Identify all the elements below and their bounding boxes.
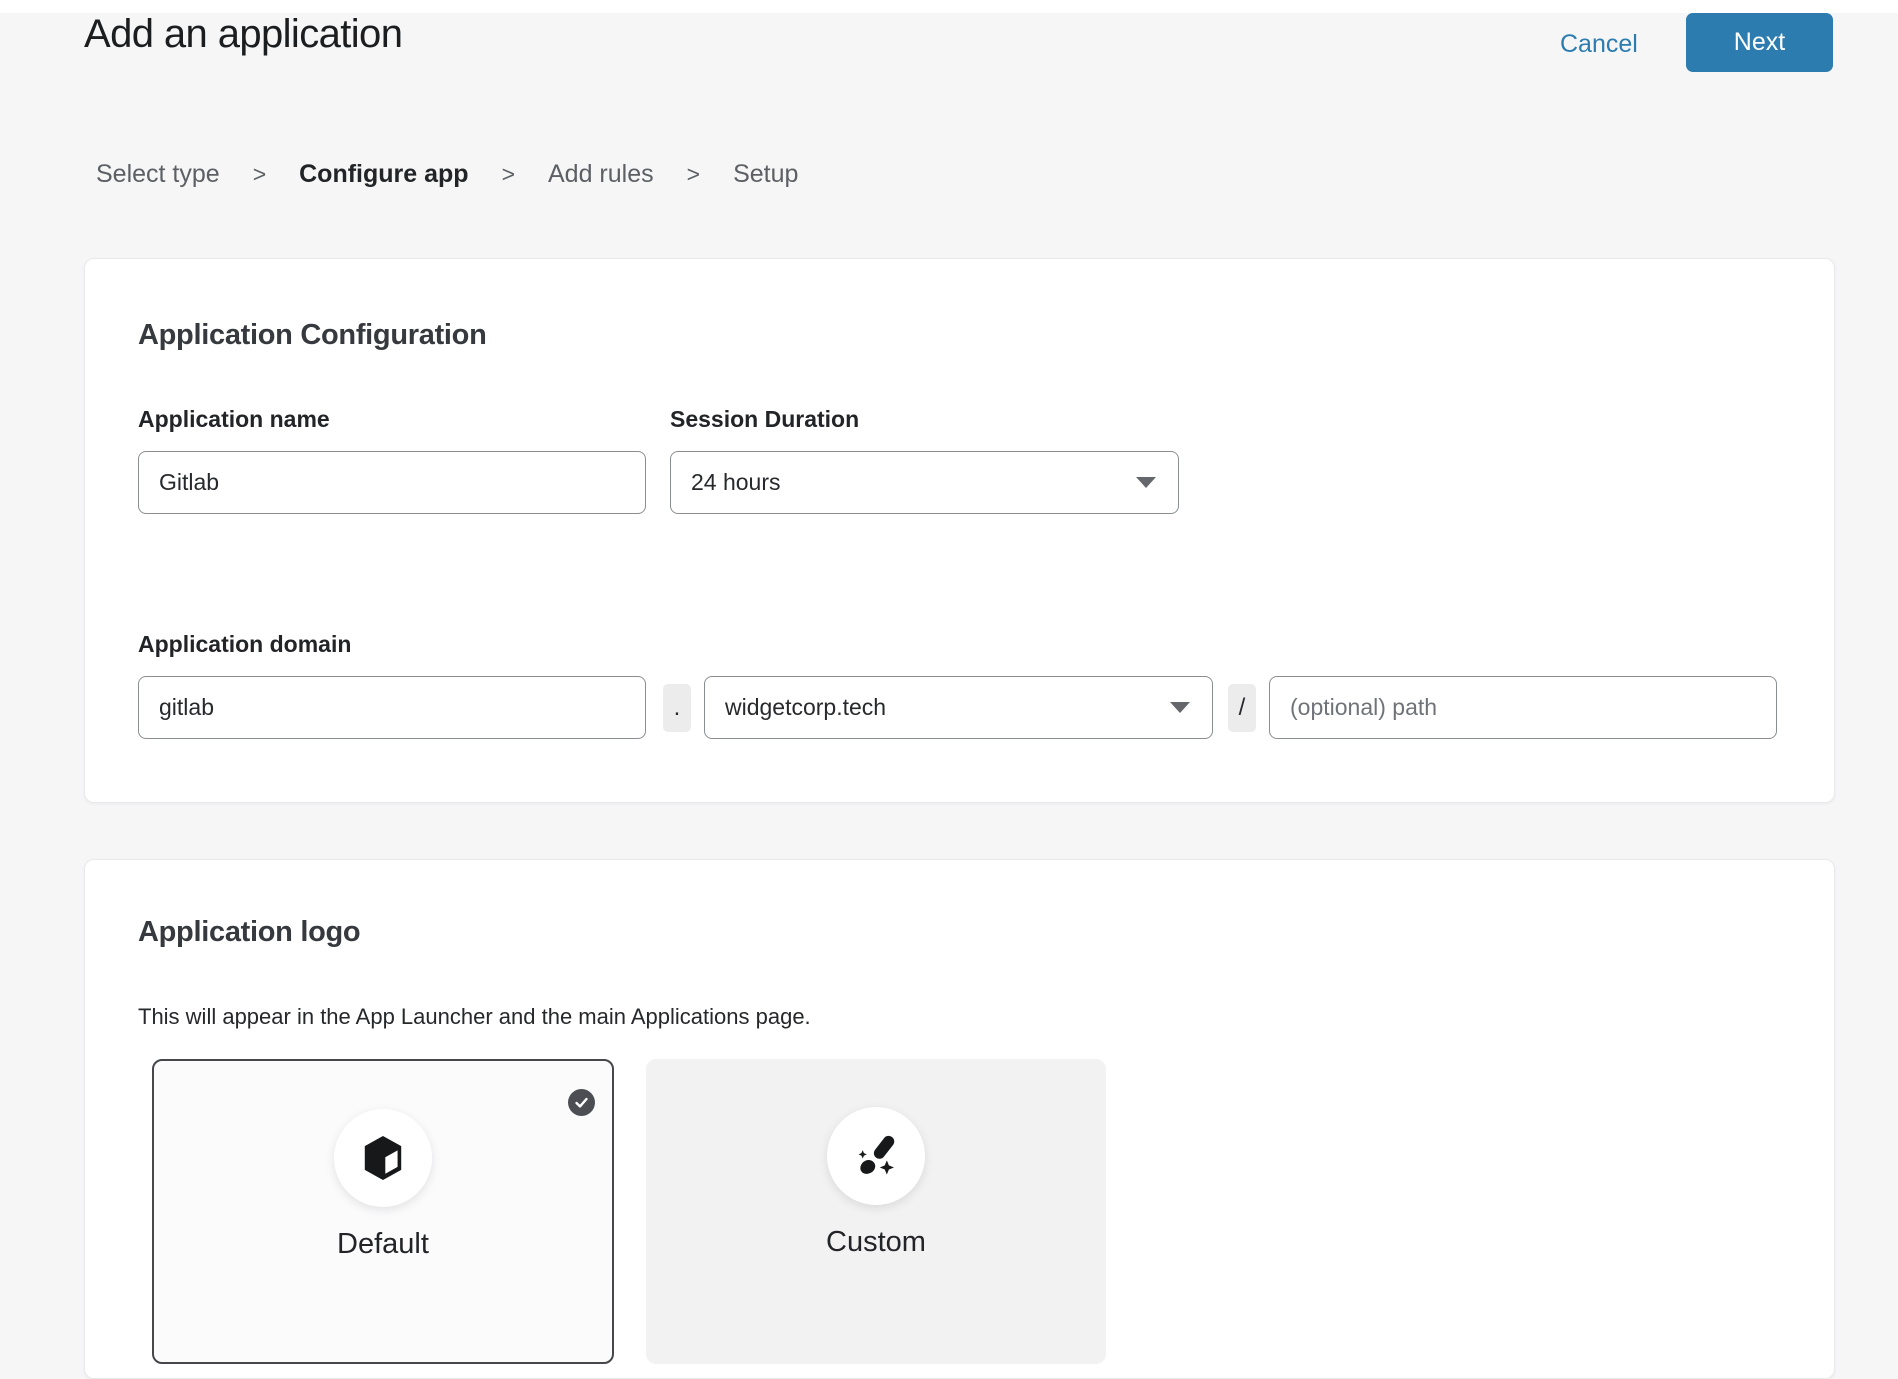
slash-separator-chip: / <box>1228 684 1256 732</box>
logo-card-description: This will appear in the App Launcher and… <box>138 1004 811 1030</box>
session-duration-select[interactable]: 24 hours <box>670 451 1179 514</box>
logo-option-custom[interactable]: Custom <box>646 1059 1106 1364</box>
step-add-rules[interactable]: Add rules <box>548 160 654 189</box>
step-select-type[interactable]: Select type <box>96 160 220 189</box>
next-button[interactable]: Next <box>1686 13 1833 72</box>
breadcrumb-separator: > <box>687 161 700 188</box>
step-configure-app[interactable]: Configure app <box>299 160 468 189</box>
logo-option-label: Default <box>337 1228 429 1261</box>
cube-icon <box>360 1133 406 1183</box>
breadcrumb-separator: > <box>502 161 515 188</box>
path-input[interactable] <box>1269 676 1777 739</box>
selected-check-icon <box>568 1089 595 1116</box>
session-duration-value: 24 hours <box>691 469 781 496</box>
chevron-down-icon <box>1170 702 1190 713</box>
page-title: Add an application <box>84 12 402 57</box>
logo-option-default[interactable]: Default <box>152 1059 614 1364</box>
dot-separator-chip: . <box>663 684 691 732</box>
application-logo-card: Application logo This will appear in the… <box>84 859 1835 1379</box>
custom-icon-circle <box>827 1107 925 1205</box>
logo-card-title: Application logo <box>138 916 360 949</box>
session-duration-label: Session Duration <box>670 406 859 433</box>
step-setup[interactable]: Setup <box>733 160 798 189</box>
application-domain-label: Application domain <box>138 631 351 658</box>
application-name-input[interactable] <box>138 451 646 514</box>
logo-option-label: Custom <box>826 1226 926 1259</box>
chevron-down-icon <box>1136 477 1156 488</box>
application-name-label: Application name <box>138 406 330 433</box>
domain-select-value: widgetcorp.tech <box>725 694 886 721</box>
subdomain-input[interactable] <box>138 676 646 739</box>
application-configuration-card: Application Configuration Application na… <box>84 258 1835 803</box>
domain-select[interactable]: widgetcorp.tech <box>704 676 1213 739</box>
config-card-title: Application Configuration <box>138 319 487 352</box>
paintbrush-icon <box>851 1131 901 1181</box>
breadcrumb: Select type > Configure app > Add rules … <box>96 160 798 189</box>
cancel-button[interactable]: Cancel <box>1560 30 1638 59</box>
default-icon-circle <box>334 1109 432 1207</box>
breadcrumb-separator: > <box>253 161 266 188</box>
